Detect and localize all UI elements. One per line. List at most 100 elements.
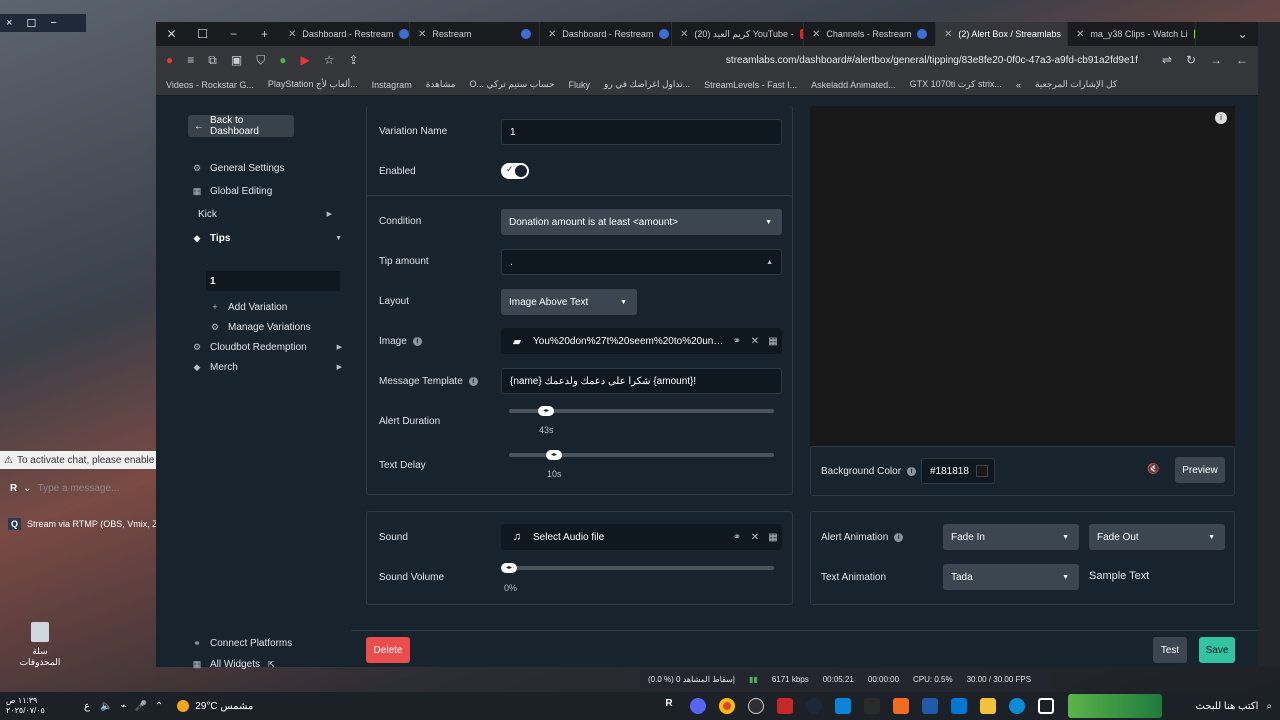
text-delay-handle[interactable]: ◂▸ (546, 450, 563, 460)
app-icon[interactable] (777, 698, 793, 714)
network-icon[interactable]: ⌁ (120, 701, 126, 712)
info-icon[interactable]: i (894, 533, 904, 542)
restore-icon[interactable]: ☐ (187, 27, 218, 41)
close-icon[interactable]: ✕ (746, 532, 764, 543)
restream-app-icon[interactable]: R (661, 698, 677, 714)
close-icon[interactable]: ✕ (746, 336, 764, 347)
sidebar-item-kick[interactable]: Kick ▶ (198, 204, 332, 224)
bookmark[interactable]: Instagram (372, 80, 412, 90)
recycle-bin[interactable]: سلة المحذوفات (18, 622, 62, 668)
chat-input[interactable]: Type a message... (38, 483, 120, 494)
edge-icon[interactable] (1009, 698, 1025, 714)
bookmark-all[interactable]: كل الإشارات المرجعية (1035, 79, 1117, 90)
close-icon[interactable]: × (6, 17, 12, 29)
sidebar-item-tips[interactable]: ◆ Tips ▼ (192, 228, 342, 248)
chrome-ext-icon[interactable]: ● (279, 53, 286, 67)
obs-icon[interactable] (748, 698, 764, 714)
minimize-window-icon[interactable]: − (218, 27, 249, 41)
tab[interactable]: ✕ كريم العيد (20) YouTube - (672, 22, 804, 46)
puzzle-icon[interactable]: ⧉ (208, 53, 217, 68)
color-swatch[interactable] (976, 465, 988, 477)
image-file-row[interactable]: ▰ You%20don%27t%20seem%20to%20under... ⚭… (501, 328, 782, 354)
url-field[interactable]: streamlabs.com/dashboard#/alertbox/gener… (373, 55, 1148, 66)
tab-close-icon[interactable]: ✕ (812, 29, 820, 40)
save-button[interactable]: Save (1199, 637, 1235, 663)
tab-close-icon[interactable]: ✕ (418, 29, 426, 40)
bookmark[interactable]: تداول اغراضك في رو... (604, 79, 690, 90)
sidebar-item-global-editing[interactable]: ▦ Global Editing (192, 181, 342, 201)
tab[interactable]: ✕ Dashboard - Restream (280, 22, 410, 46)
sidebar-item-merch[interactable]: ◆ Merch ▶ (192, 357, 342, 377)
star-icon[interactable]: ☆ (324, 53, 335, 67)
extension-icon[interactable]: ● (166, 53, 173, 67)
info-icon[interactable]: i (907, 467, 917, 476)
tab[interactable]: ✕ Dashboard - Restream (540, 22, 672, 46)
tip-amount-input[interactable]: . ▲ (501, 249, 782, 275)
background-color-input[interactable]: #181818 (921, 458, 995, 484)
volume-icon[interactable]: 🔈 (100, 701, 112, 712)
sound-volume-slider[interactable] (509, 566, 774, 570)
grid-icon[interactable]: ▦ (764, 532, 782, 543)
close-window-icon[interactable]: ✕ (156, 27, 187, 41)
search-box[interactable]: اكتب هنا للبحث ⌕ (1162, 701, 1280, 712)
forward-icon[interactable]: → (1210, 53, 1222, 67)
chevron-down-icon[interactable]: ⌄ (23, 483, 31, 494)
shield-app-icon[interactable] (922, 698, 938, 714)
sound-volume-handle[interactable]: ◂▸ (501, 563, 517, 573)
all-widgets-link[interactable]: ▦ All Widgets ⇱ (192, 654, 342, 674)
layout-select[interactable]: Image Above Text ▼ (501, 289, 637, 315)
back-icon[interactable]: ← (1236, 53, 1248, 67)
youtube-ext-icon[interactable]: ▶ (300, 53, 309, 67)
manage-variations-button[interactable]: ⚙ Manage Variations (210, 317, 360, 337)
chevron-up-icon[interactable]: ⌃ (155, 701, 163, 712)
epic-icon[interactable] (864, 698, 880, 714)
text-animation-select[interactable]: Tada ▼ (943, 564, 1079, 590)
bookmark[interactable]: StreamLevels - Fast I... (704, 80, 797, 90)
tab-close-icon[interactable]: ✕ (548, 29, 556, 40)
bookmark[interactable]: مشاهدة (426, 79, 456, 90)
tab-close-icon[interactable]: ✕ (944, 29, 952, 40)
back-to-dashboard-button[interactable]: ← Back to Dashboard (188, 115, 294, 137)
link-icon[interactable]: ⚭ (728, 532, 746, 543)
enabled-toggle[interactable]: ✓ (501, 163, 529, 179)
bookmark[interactable]: Askeladd Animated... (811, 80, 896, 90)
test-button[interactable]: Test (1153, 637, 1187, 663)
site-settings-icon[interactable]: ⇌ (1162, 53, 1172, 67)
playlist-icon[interactable]: ≡ (187, 53, 194, 67)
discord-icon[interactable] (690, 698, 706, 714)
link-icon[interactable]: ⚭ (728, 336, 746, 347)
bookmark[interactable]: O... حساب ستيم تركي (469, 79, 554, 90)
tab-close-icon[interactable]: ✕ (680, 29, 688, 40)
alert-duration-handle[interactable]: ◂▸ (538, 406, 555, 416)
preview-button[interactable]: Preview (1175, 457, 1225, 483)
bookmark[interactable]: PlayStation ألعاب لأج... (268, 79, 358, 90)
shield-icon[interactable]: ⛉ (256, 53, 265, 68)
language-icon[interactable]: ع (84, 701, 90, 712)
mute-icon[interactable]: 🔇 (1147, 464, 1159, 475)
stepper-icon[interactable]: ▲ (766, 259, 773, 266)
chevron-left-icon[interactable]: « (1016, 80, 1021, 90)
share-icon[interactable]: ⇪ (348, 53, 358, 67)
sidebar-variation-1[interactable]: 1 (206, 271, 340, 291)
delete-button[interactable]: Delete (366, 637, 410, 663)
screenshot-icon[interactable]: ▣ (231, 53, 242, 67)
info-icon[interactable]: i (468, 377, 478, 386)
tab-close-icon[interactable]: ✕ (288, 29, 296, 40)
tab[interactable]: ✕ ma_y38 Clips - Watch Li (1068, 22, 1196, 46)
minimize-icon[interactable]: − (50, 17, 56, 29)
message-template-input[interactable]: {name} شكرا على دعمك ولدعمك {amount}! (501, 368, 782, 394)
rtmp-item[interactable]: Q Stream via RTMP (OBS, Vmix, Z (8, 518, 158, 530)
bookmark[interactable]: Fluky (569, 80, 591, 90)
new-tab-icon[interactable]: + (249, 27, 280, 41)
folder-icon[interactable] (980, 698, 996, 714)
bookmark[interactable]: GTX 1070ti كرت strix... (910, 79, 1002, 90)
tab-active[interactable]: ✕ (2) Alert Box / Streamlabs (936, 22, 1068, 46)
mic-icon[interactable]: 🎤 (134, 701, 146, 712)
reload-icon[interactable]: ↻ (1186, 53, 1196, 67)
task-view-icon[interactable] (1038, 698, 1054, 714)
weather-widget[interactable]: 29°C مشمس (177, 700, 253, 712)
animation-out-select[interactable]: Fade Out ▼ (1089, 524, 1225, 550)
tab-close-icon[interactable]: ✕ (1076, 29, 1084, 40)
sidebar-item-cloudbot[interactable]: ⚙ Cloudbot Redemption ▶ (192, 337, 342, 357)
sound-file-row[interactable]: ♫ Select Audio file ⚭ ✕ ▦ (501, 524, 782, 550)
